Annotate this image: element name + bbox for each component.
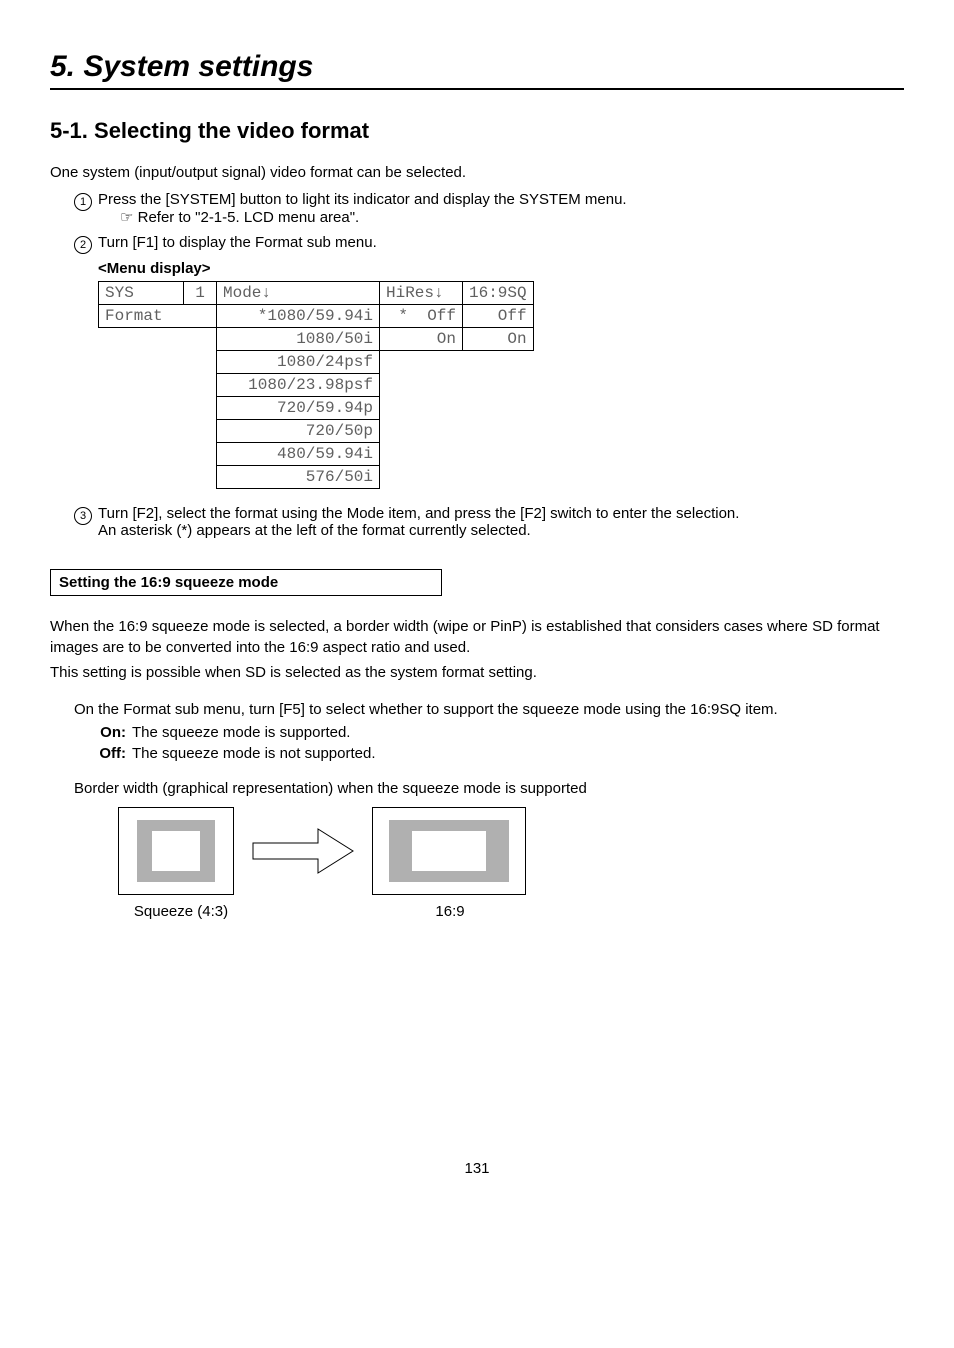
- lcd-hires-val: * Off: [380, 305, 463, 328]
- asterisk-icon: *: [258, 307, 268, 325]
- squeeze-diagram: [118, 807, 904, 895]
- on-text: The squeeze mode is supported.: [132, 724, 350, 741]
- lcd-opt-m2: 1080/24psf: [217, 351, 380, 374]
- off-row: Off: The squeeze mode is not supported.: [90, 745, 904, 762]
- step3-line2b: ) appears at the left of the format curr…: [187, 522, 531, 539]
- lcd-opt-s1: On: [463, 328, 534, 351]
- squeeze-box-heading: Setting the 16:9 squeeze mode: [50, 569, 442, 596]
- lcd-sq-val: Off: [463, 305, 534, 328]
- squeeze-p1: When the 16:9 squeeze mode is selected, …: [50, 616, 904, 658]
- lcd-opt-m7: 576/50i: [217, 466, 380, 489]
- step1-ref: Refer to "2-1-5. LCD menu area".: [138, 209, 360, 226]
- frame-16-9: [372, 807, 526, 895]
- intro-text: One system (input/output signal) video f…: [50, 162, 904, 183]
- step-3: 3 Turn [F2], select the format using the…: [74, 505, 904, 539]
- lcd-opt-h1: On: [380, 328, 463, 351]
- circled-3-icon: 3: [74, 507, 92, 525]
- circled-2-icon: 2: [74, 236, 92, 254]
- circled-1-icon: 1: [74, 193, 92, 211]
- lcd-opt-m4: 720/59.94p: [217, 397, 380, 420]
- off-label: Off:: [90, 745, 126, 762]
- white-box-4-3: [152, 831, 200, 871]
- page-number: 131: [50, 1160, 904, 1177]
- chapter-rule: [50, 88, 904, 90]
- chapter-title: 5. System settings: [50, 50, 904, 84]
- arrow-icon: [248, 821, 358, 881]
- lcd-opt-m3: 1080/23.98psf: [217, 374, 380, 397]
- on-row: On: The squeeze mode is supported.: [90, 724, 904, 741]
- grey-box-4-3: [137, 820, 215, 882]
- lcd-opt-m1: 1080/50i: [217, 328, 380, 351]
- step3-line2a: An asterisk (: [98, 522, 181, 539]
- grey-box-16-9: [389, 820, 509, 882]
- lcd-opt-m6: 480/59.94i: [217, 443, 380, 466]
- lcd-page: 1: [184, 282, 217, 305]
- asterisk-icon: *: [398, 307, 408, 325]
- step-2: 2 Turn [F1] to display the Format sub me…: [74, 234, 904, 254]
- step2-text: Turn [F1] to display the Format sub menu…: [98, 234, 377, 251]
- white-box-16-9: [412, 831, 486, 871]
- frame-4-3: [118, 807, 234, 895]
- label-16-9: 16:9: [370, 903, 530, 920]
- step1-text: Press the [SYSTEM] button to light its i…: [98, 191, 627, 208]
- lcd-sys: SYS: [99, 282, 184, 305]
- squeeze-p2: This setting is possible when SD is sele…: [50, 662, 904, 683]
- lcd-format: Format: [99, 305, 217, 328]
- step3-line1: Turn [F2], select the format using the M…: [98, 505, 739, 522]
- lcd-opt-m5: 720/50p: [217, 420, 380, 443]
- pointer-icon: ☞: [120, 209, 133, 226]
- lcd-sq-h: 16:9SQ: [463, 282, 534, 305]
- lcd-mode-val: *1080/59.94i: [217, 305, 380, 328]
- menu-display-label: <Menu display>: [98, 260, 904, 277]
- lcd-menu: SYS 1 Mode↓ HiRes↓ 16:9SQ Format *1080/5…: [98, 281, 904, 489]
- step-1: 1 Press the [SYSTEM] button to light its…: [74, 191, 904, 226]
- on-label: On:: [90, 724, 126, 741]
- squeeze-instr: On the Format sub menu, turn [F5] to sel…: [74, 699, 904, 720]
- label-4-3: Squeeze (4:3): [118, 903, 244, 920]
- section-title: 5-1. Selecting the video format: [50, 118, 904, 144]
- off-text: The squeeze mode is not supported.: [132, 745, 376, 762]
- lcd-hires-h: HiRes↓: [380, 282, 463, 305]
- graphic-caption: Border width (graphical representation) …: [74, 780, 904, 797]
- lcd-mode-h: Mode↓: [217, 282, 380, 305]
